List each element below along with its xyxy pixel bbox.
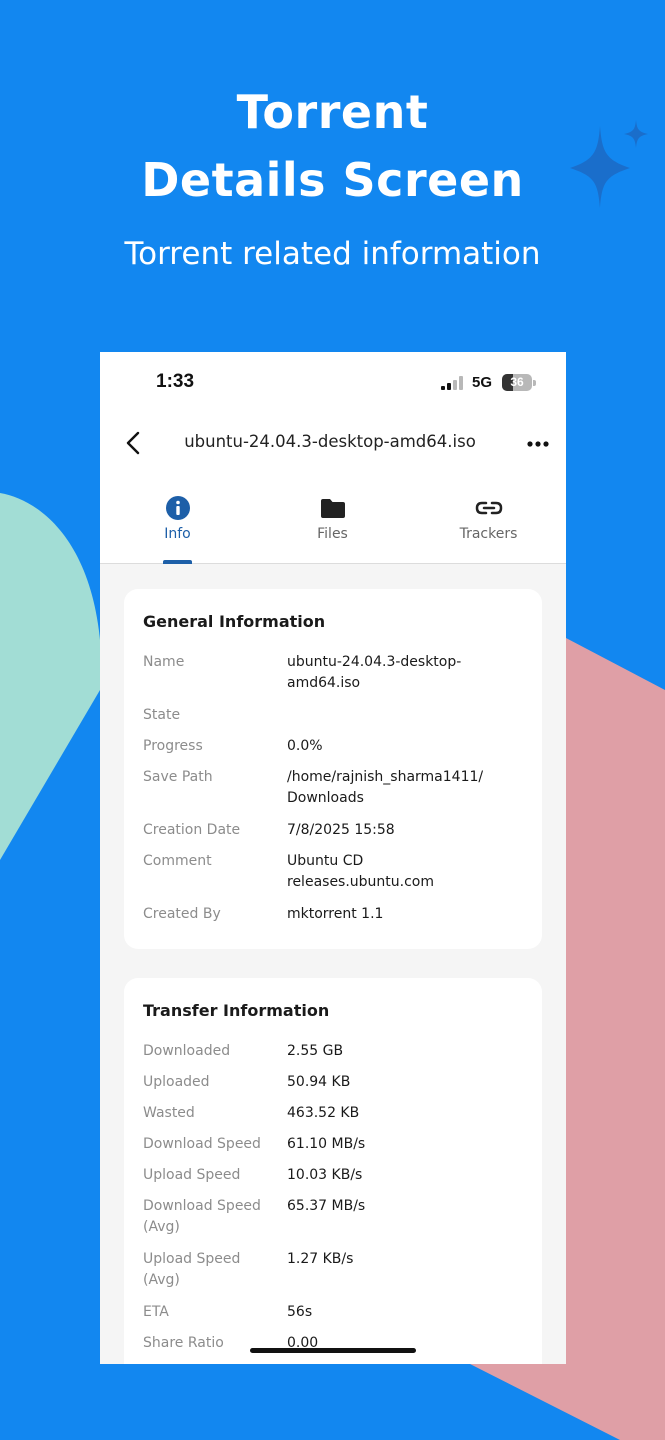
tab-info-label: Info bbox=[164, 526, 191, 542]
row-label: Progress bbox=[143, 738, 203, 754]
row-value-line: /home/rajnish_sharma1411/ bbox=[287, 769, 484, 785]
cellular-signal-icon bbox=[441, 376, 463, 390]
row-label-line: Download Speed bbox=[143, 1198, 261, 1214]
row-value: 7/8/2025 15:58 bbox=[287, 822, 395, 838]
row-label-line: Upload Speed bbox=[143, 1251, 241, 1267]
row-label-line: (Avg) bbox=[143, 1219, 180, 1235]
more-horizontal-icon[interactable] bbox=[524, 432, 552, 456]
hero-subtitle: Torrent related information bbox=[124, 236, 541, 272]
row-label: Creation Date bbox=[143, 822, 241, 838]
tab-trackers-label: Trackers bbox=[459, 526, 518, 542]
battery-percentage: 36 bbox=[510, 375, 524, 389]
row-value: 50.94 KB bbox=[287, 1074, 351, 1090]
row-value: 56s bbox=[287, 1304, 313, 1320]
row-label: Created By bbox=[143, 906, 221, 922]
row-label: Name bbox=[143, 654, 185, 670]
hero-title-line-2: Details Screen bbox=[141, 153, 524, 207]
row-label: Comment bbox=[143, 853, 212, 869]
row-label: Uploaded bbox=[143, 1074, 210, 1090]
sparkle-icon bbox=[570, 120, 648, 208]
row-label: Upload Speed (Avg) bbox=[143, 1249, 283, 1291]
row-value: 65.37 MB/s bbox=[287, 1198, 366, 1214]
status-bar: 1:33 5G 36 bbox=[100, 352, 566, 418]
phone-screen: 1:33 5G 36 ubuntu-24.04.3-desktop-amd64.… bbox=[100, 352, 566, 1364]
row-value: 2.55 GB bbox=[287, 1043, 344, 1059]
row-label: Download Speed bbox=[143, 1136, 261, 1152]
folder-icon bbox=[321, 499, 345, 518]
row-value: mktorrent 1.1 bbox=[287, 906, 384, 922]
transfer-information-card: Transfer Information Downloaded 2.55 GB … bbox=[124, 978, 542, 1364]
torrent-title: ubuntu-24.04.3-desktop-amd64.iso bbox=[184, 432, 476, 451]
row-label: Save Path bbox=[143, 769, 213, 785]
hero-title-line-1: Torrent bbox=[236, 85, 429, 139]
link-icon bbox=[475, 501, 503, 515]
row-value-line: Ubuntu CD bbox=[287, 853, 364, 869]
hero-header: Torrent Details Screen Torrent related i… bbox=[0, 78, 665, 276]
battery-icon: 36 bbox=[502, 374, 536, 391]
row-label: State bbox=[143, 707, 181, 723]
home-indicator[interactable] bbox=[250, 1348, 416, 1353]
teal-shape bbox=[0, 493, 100, 860]
transfer-information-title: Transfer Information bbox=[143, 1001, 330, 1020]
row-value: Ubuntu CD releases.ubuntu.com bbox=[287, 851, 527, 893]
network-type: 5G bbox=[472, 374, 493, 391]
row-label: ETA bbox=[143, 1304, 169, 1320]
row-label: Upload Speed bbox=[143, 1167, 241, 1183]
row-label: Wasted bbox=[143, 1105, 195, 1121]
row-label: Downloaded bbox=[143, 1043, 231, 1059]
row-value-line: amd64.iso bbox=[287, 675, 361, 691]
info-icon bbox=[166, 496, 190, 520]
status-time: 1:33 bbox=[156, 371, 195, 392]
row-label-line: (Avg) bbox=[143, 1272, 180, 1288]
tab-files[interactable]: Files bbox=[255, 470, 410, 564]
tab-trackers[interactable]: Trackers bbox=[411, 470, 566, 564]
general-information-title: General Information bbox=[143, 612, 326, 631]
row-value: ubuntu-24.04.3-desktop- amd64.iso bbox=[287, 652, 527, 694]
row-value: 463.52 KB bbox=[287, 1105, 360, 1121]
row-label: Download Speed (Avg) bbox=[143, 1196, 283, 1238]
tab-info[interactable]: Info bbox=[100, 470, 255, 564]
app-bar: ubuntu-24.04.3-desktop-amd64.iso bbox=[100, 418, 566, 470]
row-value: 61.10 MB/s bbox=[287, 1136, 366, 1152]
row-value: /home/rajnish_sharma1411/ Downloads bbox=[287, 767, 527, 809]
tab-files-label: Files bbox=[317, 526, 348, 542]
general-information-card: General Information Name ubuntu-24.04.3-… bbox=[124, 589, 542, 949]
row-value-line: releases.ubuntu.com bbox=[287, 874, 435, 890]
row-value: 10.03 KB/s bbox=[287, 1167, 363, 1183]
row-value-line: ubuntu-24.04.3-desktop- bbox=[287, 654, 462, 670]
row-value: 1.27 KB/s bbox=[287, 1251, 354, 1267]
row-value-line: Downloads bbox=[287, 790, 364, 806]
tab-bar: Info Files Trackers bbox=[100, 470, 566, 564]
back-chevron-icon[interactable] bbox=[120, 429, 148, 457]
active-tab-indicator bbox=[163, 560, 192, 564]
row-value: 0.0% bbox=[287, 738, 323, 754]
